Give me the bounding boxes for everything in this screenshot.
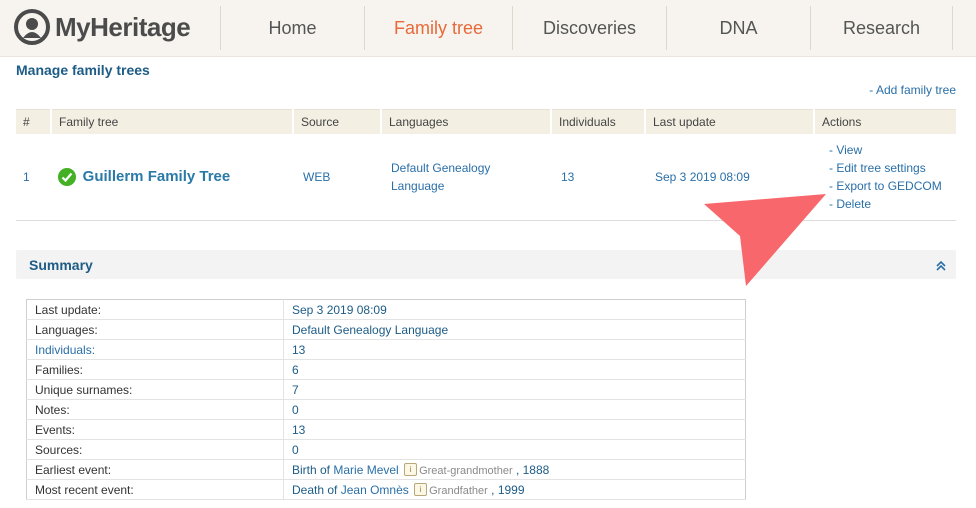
summary-value: 6 xyxy=(283,359,746,380)
summary-row: Last update: Sep 3 2019 08:09 xyxy=(26,299,746,320)
summary-value: 13 xyxy=(283,419,746,440)
annotation-arrow-icon xyxy=(704,194,826,286)
event-year: , 1999 xyxy=(491,482,525,497)
relationship-label: Grandfather xyxy=(429,484,488,497)
summary-value: 7 xyxy=(283,379,746,400)
delete-action-link[interactable]: - Delete xyxy=(829,195,949,213)
person-link[interactable]: Jean Omnès xyxy=(341,483,409,497)
summary-table: Last update: Sep 3 2019 08:09 Languages: D… xyxy=(26,299,746,500)
row-index: 1 xyxy=(16,134,51,221)
summary-value: 13 xyxy=(283,339,746,360)
nav-discoveries-label: Discoveries xyxy=(542,17,637,38)
edit-tree-settings-link[interactable]: - Edit tree settings xyxy=(829,159,949,177)
summary-row: Languages: Default Genealogy Language xyxy=(26,319,746,340)
summary-key: Most recent event: xyxy=(26,479,284,500)
nav-research-label: Research xyxy=(842,17,921,38)
summary-row: Most recent event: Death of Jean Omnès i… xyxy=(26,479,746,500)
summary-key: Sources: xyxy=(26,439,284,460)
source-cell: WEB xyxy=(293,134,381,221)
add-family-tree-link[interactable]: - Add family tree xyxy=(869,83,956,97)
languages-cell: Default Genealogy Language xyxy=(381,134,551,221)
summary-value: 0 xyxy=(283,399,746,420)
event-prefix: Death of xyxy=(292,482,338,497)
summary-title: Summary xyxy=(29,257,93,273)
event-prefix: Birth of xyxy=(292,462,331,477)
nav-home[interactable]: Home xyxy=(220,6,364,50)
language-value: Default Genealogy Language xyxy=(391,161,491,193)
relationship-label: Great-grandmother xyxy=(419,464,513,477)
collapse-chevron-icon[interactable] xyxy=(936,259,946,277)
summary-key: Unique surnames: xyxy=(26,379,284,400)
event-year: , 1888 xyxy=(515,462,550,477)
summary-row: Events: 13 xyxy=(26,419,746,440)
col-header-last-update[interactable]: Last update xyxy=(645,109,815,134)
summary-row: Unique surnames: 7 xyxy=(26,379,746,400)
individuals-cell: 13 xyxy=(551,134,645,221)
earliest-event-value: Birth of Marie Mevel i Great-grandmother … xyxy=(283,459,746,480)
summary-key: Languages: xyxy=(26,319,284,340)
tree-name-link[interactable]: Guillerm Family Tree xyxy=(83,168,231,185)
page-title: Manage family trees xyxy=(16,62,150,78)
person-link[interactable]: Marie Mevel xyxy=(333,463,398,477)
export-gedcom-link[interactable]: - Export to GEDCOM xyxy=(829,177,949,195)
table-header-row: # Family tree Source Languages Individua… xyxy=(16,109,956,134)
recent-event-value: Death of Jean Omnès i Grandfather , 1999 xyxy=(283,479,746,500)
nav-research[interactable]: Research xyxy=(810,6,953,50)
nav-family-tree-label: Family tree xyxy=(393,17,483,38)
summary-row: Families: 6 xyxy=(26,359,746,380)
main-nav: Home Family tree Discoveries DNA Researc… xyxy=(220,0,953,56)
summary-row: Notes: 0 xyxy=(26,399,746,420)
summary-key: Families: xyxy=(26,359,284,380)
summary-value: Default Genealogy Language xyxy=(283,319,746,340)
summary-key: Earliest event: xyxy=(26,459,284,480)
summary-value: Sep 3 2019 08:09 xyxy=(283,299,746,320)
nav-family-tree[interactable]: Family tree xyxy=(364,6,512,50)
brand-name: MyHeritage xyxy=(55,11,191,42)
individuals-link[interactable]: Individuals: xyxy=(26,339,284,360)
brand-logo[interactable]: MyHeritage xyxy=(14,9,191,45)
tree-name-cell: Guillerm Family Tree xyxy=(51,134,293,221)
col-header-source[interactable]: Source xyxy=(293,109,382,134)
col-header-languages[interactable]: Languages xyxy=(381,109,552,134)
summary-value: 0 xyxy=(283,439,746,460)
nav-home-label: Home xyxy=(268,17,317,38)
nav-discoveries[interactable]: Discoveries xyxy=(512,6,666,50)
col-header-individuals[interactable]: Individuals xyxy=(551,109,646,134)
col-header-actions: Actions xyxy=(814,109,956,134)
col-header-index: # xyxy=(16,109,52,134)
summary-key: Last update: xyxy=(26,299,284,320)
relationship-info-icon[interactable]: i xyxy=(414,482,428,496)
col-header-family-tree[interactable]: Family tree xyxy=(51,109,294,134)
relationship-info-icon[interactable]: i xyxy=(404,462,418,476)
summary-key: Events: xyxy=(26,419,284,440)
summary-row: Sources: 0 xyxy=(26,439,746,460)
view-action-link[interactable]: - View xyxy=(829,141,949,159)
nav-dna-label: DNA xyxy=(719,17,758,38)
summary-row: Individuals: 13 xyxy=(26,339,746,360)
nav-dna[interactable]: DNA xyxy=(666,6,810,50)
checkmark-icon xyxy=(58,168,76,187)
myheritage-logo-icon xyxy=(14,9,50,45)
summary-key: Notes: xyxy=(26,399,284,420)
summary-row: Earliest event: Birth of Marie Mevel i Gr… xyxy=(26,459,746,480)
top-navigation-bar: MyHeritage Home Family tree Discoveries … xyxy=(0,0,976,57)
